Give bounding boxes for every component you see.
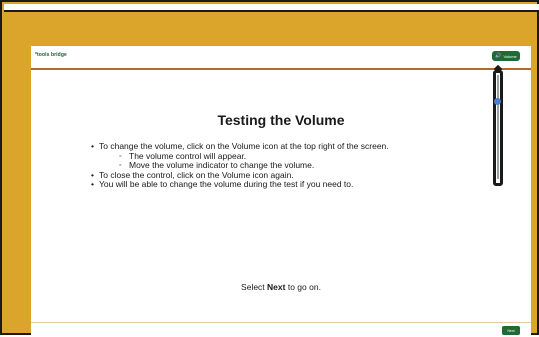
next-button[interactable]: Next — [502, 326, 520, 335]
prompt-next-word: Next — [267, 282, 286, 292]
top-strip — [4, 4, 539, 12]
logo: *tools bridge — [35, 52, 67, 58]
sub-bullet-marker: ◦ — [119, 152, 122, 160]
instructions-list: • To change the volume, click on the Volu… — [91, 141, 511, 190]
volume-button[interactable]: 🔊 Volume — [492, 51, 520, 61]
next-prompt: Select Next to go on. — [31, 282, 531, 292]
speaker-icon: 🔊 — [495, 52, 502, 59]
volume-button-label: Volume — [503, 53, 517, 59]
bullet-marker: • — [91, 179, 94, 189]
header-divider — [31, 68, 531, 70]
page-title: Testing the Volume — [217, 112, 345, 128]
test-screen: *tools bridge 🔊 Volume Testing the Volum… — [31, 46, 531, 337]
prompt-text-before: Select — [241, 282, 268, 292]
header-bar: *tools bridge 🔊 Volume — [31, 46, 531, 68]
bullet-marker: • — [91, 141, 94, 151]
volume-indicator[interactable] — [494, 98, 501, 105]
outer-frame: *tools bridge 🔊 Volume Testing the Volum… — [0, 0, 539, 337]
footer-divider — [31, 322, 531, 323]
list-item: • You will be able to change the volume d… — [91, 179, 511, 190]
prompt-text-after: to go on. — [285, 282, 321, 292]
list-item-text: You will be able to change the volume du… — [99, 179, 354, 189]
